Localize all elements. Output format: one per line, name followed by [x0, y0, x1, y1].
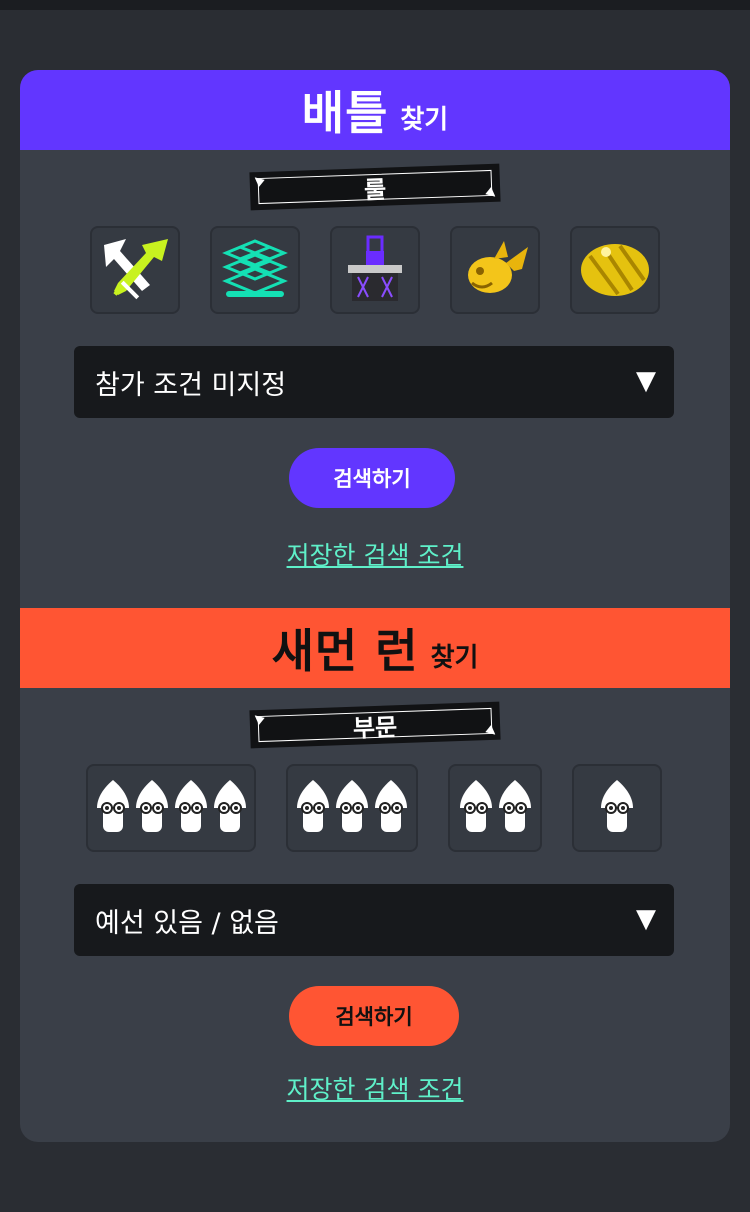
squid-player-icon	[173, 778, 209, 838]
squid-player-icon	[212, 778, 248, 838]
tower-control-icon	[348, 235, 402, 301]
salmon-header: 새먼 런 찾기	[20, 608, 730, 688]
battle-search-button[interactable]: 검색하기	[289, 448, 455, 508]
turf-war-icon	[104, 239, 168, 300]
battle-condition-value: 참가 조건 미지정	[95, 369, 287, 401]
battle-header: 배틀 찾기	[20, 70, 730, 150]
rule-tile-tower-control[interactable]	[330, 226, 420, 314]
rule-tile-rainmaker[interactable]	[450, 226, 540, 314]
salmon-qualifier-select[interactable]: 예선 있음 / 없음 ▼	[74, 884, 674, 956]
salmon-title-suffix: 찾기	[430, 642, 479, 673]
squid-player-icon	[134, 778, 170, 838]
battle-saved-searches-link[interactable]: 저장한 검색 조건	[20, 536, 730, 572]
rule-icons-row	[20, 226, 730, 316]
salmon-qualifier-value: 예선 있음 / 없음	[95, 907, 279, 939]
squid-player-icon	[95, 778, 131, 838]
squid-player-icon	[497, 778, 533, 838]
squid-player-icon	[599, 778, 635, 838]
battle-title: 배틀	[301, 86, 389, 140]
category-section-label: 부문	[249, 701, 501, 749]
squid-player-icon	[334, 778, 370, 838]
search-card: 배틀 찾기 룰 참가 조건 미지정 ▼ 검색하기 저장한 검색 조건 새먼 런 …	[20, 70, 730, 1142]
rule-tile-splat-zones[interactable]	[210, 226, 300, 314]
top-bar	[0, 0, 750, 10]
rule-tile-turf-war[interactable]	[90, 226, 180, 314]
player-count-row	[20, 764, 730, 854]
rainmaker-icon	[468, 241, 528, 293]
player-count-3-tile[interactable]	[286, 764, 418, 852]
squid-player-icon	[373, 778, 409, 838]
squid-player-icon	[458, 778, 494, 838]
splat-zones-icon	[222, 239, 288, 297]
battle-title-suffix: 찾기	[400, 104, 449, 135]
clam-blitz-icon	[581, 244, 649, 296]
salmon-search-button[interactable]: 검색하기	[289, 986, 459, 1046]
player-count-4-tile[interactable]	[86, 764, 256, 852]
rule-section-label: 룰	[249, 163, 501, 211]
rule-tile-clam-blitz[interactable]	[570, 226, 660, 314]
salmon-title: 새먼 런	[271, 624, 419, 678]
player-count-1-tile[interactable]	[572, 764, 662, 852]
dropdown-arrow-icon: ▼	[636, 904, 656, 934]
battle-condition-select[interactable]: 참가 조건 미지정 ▼	[74, 346, 674, 418]
salmon-saved-searches-link[interactable]: 저장한 검색 조건	[20, 1070, 730, 1106]
player-count-2-tile[interactable]	[448, 764, 542, 852]
squid-player-icon	[295, 778, 331, 838]
dropdown-arrow-icon: ▼	[636, 366, 656, 396]
